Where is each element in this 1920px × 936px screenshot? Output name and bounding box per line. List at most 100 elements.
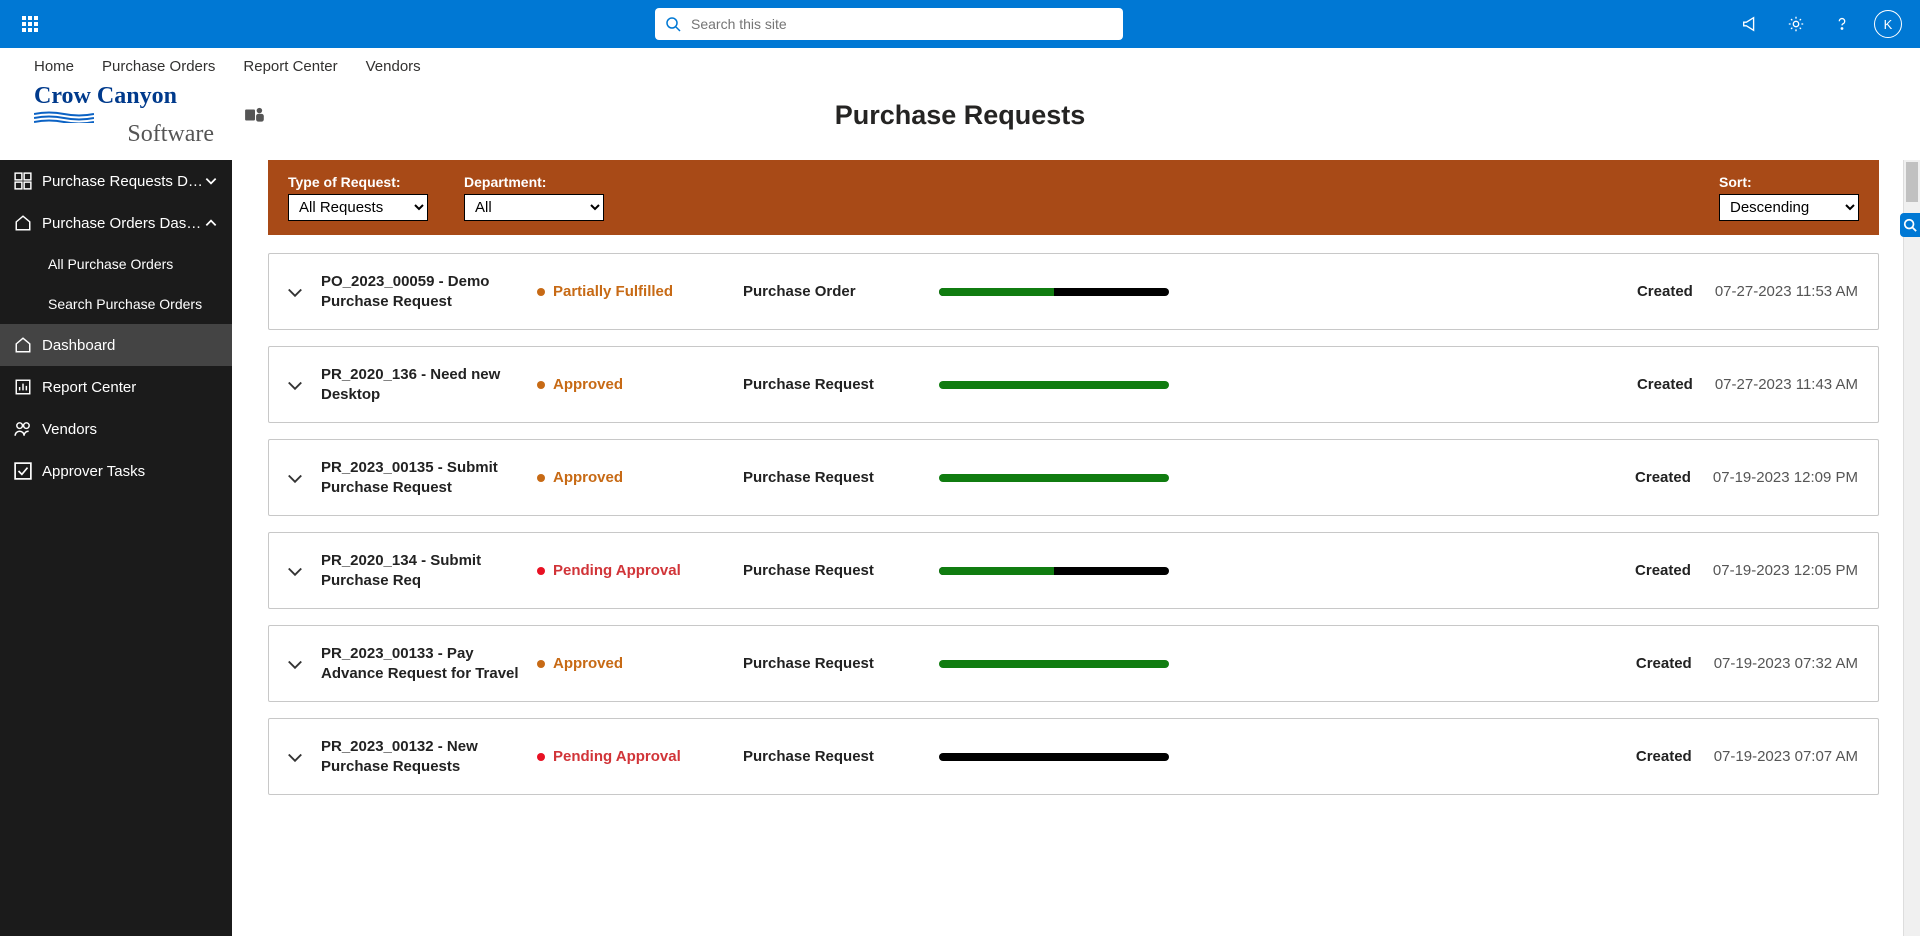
header: Crow Canyon Software Purchase Requests xyxy=(0,84,1920,160)
status-dot-icon xyxy=(537,381,545,389)
gear-icon[interactable] xyxy=(1776,4,1816,44)
sidebar-item-vendors[interactable]: Vendors xyxy=(0,408,232,450)
status-dot-icon xyxy=(537,288,545,296)
nav-purchase-orders[interactable]: Purchase Orders xyxy=(102,58,215,75)
request-progress xyxy=(939,381,1169,389)
request-title: PR_2023_00132 - New Purchase Requests xyxy=(321,737,521,776)
nav-report-center[interactable]: Report Center xyxy=(243,58,337,75)
scrollbar[interactable] xyxy=(1903,160,1920,936)
sidebar-item-label: Report Center xyxy=(42,379,218,396)
sidebar-item-label: Purchase Orders Dashboard xyxy=(42,215,204,232)
sidebar-item-po-dashboard[interactable]: Purchase Orders Dashboard xyxy=(0,202,232,244)
chevron-up-icon xyxy=(204,216,218,230)
filter-sort-label: Sort: xyxy=(1719,174,1859,190)
top-app-bar: K xyxy=(0,0,1920,48)
request-status: Pending Approval xyxy=(537,562,727,579)
chevron-down-icon[interactable] xyxy=(285,375,305,395)
request-type: Purchase Request xyxy=(743,748,923,765)
nav-home[interactable]: Home xyxy=(34,58,74,75)
sidebar-item-report-center[interactable]: Report Center xyxy=(0,366,232,408)
search-icon xyxy=(665,16,681,32)
request-progress xyxy=(939,753,1169,761)
request-title: PO_2023_00059 - Demo Purchase Request xyxy=(321,272,521,311)
sidebar-item-pr-dashboard[interactable]: Purchase Requests Dashboard xyxy=(0,160,232,202)
filter-sort-select[interactable]: Descending xyxy=(1719,194,1859,221)
request-title: PR_2020_134 - Submit Purchase Req xyxy=(321,551,521,590)
status-dot-icon xyxy=(537,474,545,482)
request-title: PR_2020_136 - Need new Desktop xyxy=(321,365,521,404)
request-date: 07-19-2023 07:07 AM xyxy=(1714,748,1858,765)
nav-vendors[interactable]: Vendors xyxy=(366,58,421,75)
created-label: Created xyxy=(1636,748,1692,765)
request-type: Purchase Order xyxy=(743,283,923,300)
logo-line2: Software xyxy=(34,122,214,146)
created-label: Created xyxy=(1636,655,1692,672)
status-dot-icon xyxy=(537,567,545,575)
left-sidebar: Purchase Requests Dashboard Purchase Ord… xyxy=(0,160,232,936)
request-date: 07-19-2023 07:32 AM xyxy=(1714,655,1858,672)
sidebar-item-dashboard[interactable]: Dashboard xyxy=(0,324,232,366)
avatar-initial: K xyxy=(1874,10,1902,38)
request-title: PR_2023_00133 - Pay Advance Request for … xyxy=(321,644,521,683)
request-type: Purchase Request xyxy=(743,376,923,393)
filter-dept-select[interactable]: All xyxy=(464,194,604,221)
filter-bar: Type of Request: All Requests Department… xyxy=(268,160,1879,235)
sidebar-item-label: Approver Tasks xyxy=(42,463,218,480)
user-avatar[interactable]: K xyxy=(1868,4,1908,44)
request-type: Purchase Request xyxy=(743,655,923,672)
home-icon xyxy=(14,214,32,232)
request-type: Purchase Request xyxy=(743,469,923,486)
app-launcher-icon[interactable] xyxy=(12,6,48,42)
report-icon xyxy=(14,378,32,396)
request-status: Approved xyxy=(537,469,727,486)
chevron-down-icon[interactable] xyxy=(285,561,305,581)
home-icon xyxy=(14,336,32,354)
status-dot-icon xyxy=(537,660,545,668)
scrollbar-thumb[interactable] xyxy=(1906,162,1918,202)
chevron-down-icon[interactable] xyxy=(285,468,305,488)
megaphone-icon[interactable] xyxy=(1730,4,1770,44)
search-input[interactable] xyxy=(691,16,1113,32)
site-search[interactable] xyxy=(655,8,1123,40)
filter-type-label: Type of Request: xyxy=(288,174,428,190)
request-date: 07-27-2023 11:53 AM xyxy=(1715,283,1858,300)
request-row[interactable]: PR_2020_134 - Submit Purchase Req Pending… xyxy=(268,532,1879,609)
request-type: Purchase Request xyxy=(743,562,923,579)
chevron-down-icon xyxy=(204,174,218,188)
dashboard-icon xyxy=(14,172,32,190)
created-label: Created xyxy=(1637,283,1693,300)
request-progress xyxy=(939,660,1169,668)
sidebar-item-label: Vendors xyxy=(42,421,218,438)
request-status: Approved xyxy=(537,376,727,393)
chevron-down-icon[interactable] xyxy=(285,654,305,674)
request-date: 07-27-2023 11:43 AM xyxy=(1715,376,1858,393)
request-row[interactable]: PR_2023_00132 - New Purchase Requests Pen… xyxy=(268,718,1879,795)
created-label: Created xyxy=(1635,562,1691,579)
filter-dept-label: Department: xyxy=(464,174,604,190)
sidebar-sub-search-po[interactable]: Search Purchase Orders xyxy=(0,284,232,324)
request-date: 07-19-2023 12:09 PM xyxy=(1713,469,1858,486)
teams-icon[interactable] xyxy=(244,104,266,126)
request-row[interactable]: PO_2023_00059 - Demo Purchase RequestPar… xyxy=(268,253,1879,330)
created-label: Created xyxy=(1637,376,1693,393)
request-progress xyxy=(939,567,1169,575)
help-icon[interactable] xyxy=(1822,4,1862,44)
request-row[interactable]: PR_2023_00135 - Submit Purchase Request A… xyxy=(268,439,1879,516)
request-row[interactable]: PR_2023_00133 - Pay Advance Request for … xyxy=(268,625,1879,702)
sidebar-item-approver-tasks[interactable]: Approver Tasks xyxy=(0,450,232,492)
filter-type-select[interactable]: All Requests xyxy=(288,194,428,221)
status-dot-icon xyxy=(537,753,545,761)
sidebar-sub-all-po[interactable]: All Purchase Orders xyxy=(0,244,232,284)
created-label: Created xyxy=(1635,469,1691,486)
request-status: Pending Approval xyxy=(537,748,727,765)
site-logo[interactable]: Crow Canyon Software xyxy=(34,84,214,146)
floating-search-tab[interactable] xyxy=(1900,213,1920,237)
request-title: PR_2023_00135 - Submit Purchase Request xyxy=(321,458,521,497)
request-row[interactable]: PR_2020_136 - Need new Desktop Approved Pu… xyxy=(268,346,1879,423)
main-content: Type of Request: All Requests Department… xyxy=(232,160,1920,936)
requests-list: PO_2023_00059 - Demo Purchase RequestPar… xyxy=(268,253,1879,795)
chevron-down-icon[interactable] xyxy=(285,282,305,302)
page-title: Purchase Requests xyxy=(835,100,1086,131)
chevron-down-icon[interactable] xyxy=(285,747,305,767)
logo-line1: Crow Canyon xyxy=(34,84,214,108)
